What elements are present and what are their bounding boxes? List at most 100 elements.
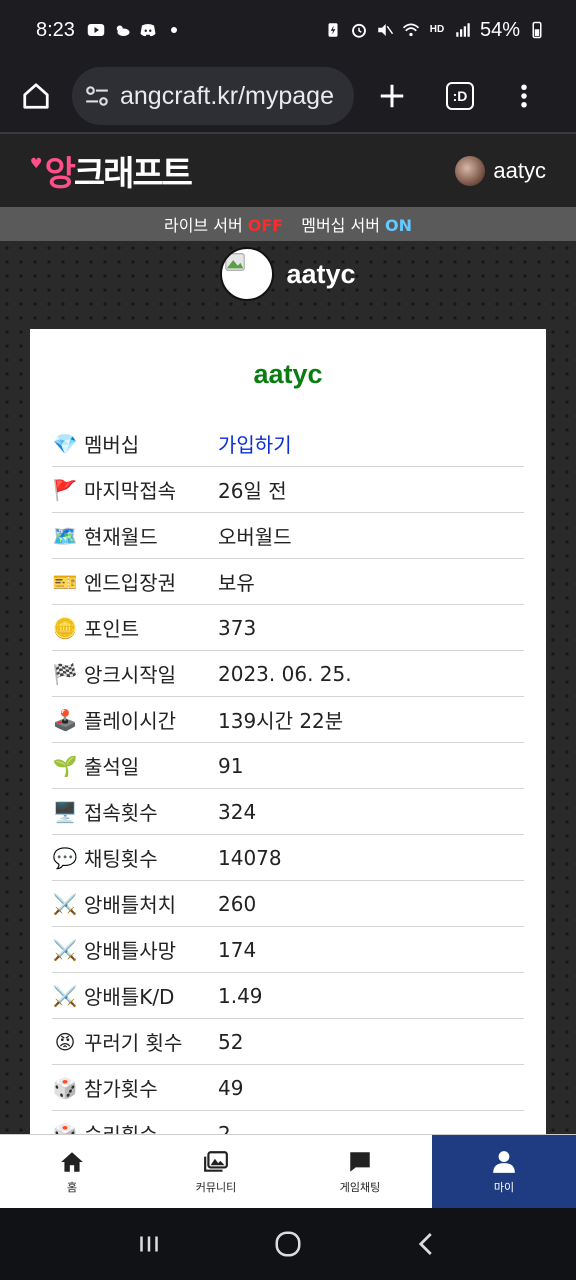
site-header: ♥ 앙크래프트 aatyc xyxy=(0,132,576,207)
stat-label: 출석일 xyxy=(84,755,140,779)
stat-emoji-icon: 🏁 xyxy=(52,661,78,686)
status-time: 8:23 xyxy=(36,18,75,41)
stat-label: 앙크시작일 xyxy=(84,663,176,687)
stat-label: 참가횟수 xyxy=(84,1077,158,1101)
stat-row: 🖥️ 접속횟수 324 xyxy=(52,789,524,835)
stat-emoji-icon: 🗺️ xyxy=(52,523,78,548)
stat-label: 엔드입장권 xyxy=(84,571,176,595)
nav-community[interactable]: 커뮤니티 xyxy=(144,1135,288,1208)
stat-value: 139시간 22분 xyxy=(218,709,344,733)
plus-icon xyxy=(380,84,404,108)
stat-label: 포인트 xyxy=(84,617,140,641)
stat-value: 14078 xyxy=(218,845,282,870)
nav-home[interactable]: 홈 xyxy=(0,1135,144,1208)
stat-value: 보유 xyxy=(218,571,255,595)
nav-game-chat-label: 게임채팅 xyxy=(339,1180,381,1194)
browser-menu-button[interactable] xyxy=(502,74,546,118)
stat-row: ⚔️ 앙배틀사망 174 xyxy=(52,927,524,973)
stat-emoji-icon: ⚔️ xyxy=(52,983,78,1008)
header-username: aatyc xyxy=(493,157,546,183)
stat-emoji-icon: 🎲 xyxy=(52,1121,78,1135)
stat-row: ⚔️ 앙배틀처치 260 xyxy=(52,881,524,927)
chat-icon xyxy=(350,1151,370,1172)
stat-value: 49 xyxy=(218,1075,244,1100)
dot-icon xyxy=(165,21,183,39)
url-text: angcraft.kr/mypage xyxy=(120,81,334,110)
stat-value: 1.49 xyxy=(218,983,263,1008)
nav-home-label: 홈 xyxy=(66,1180,78,1194)
new-tab-button[interactable] xyxy=(370,74,414,118)
membership-join-link[interactable]: 가입하기 xyxy=(218,429,524,458)
stat-row: 🕹️ 플레이시간 139시간 22분 xyxy=(52,697,524,743)
profile-header: aatyc xyxy=(0,245,576,303)
stat-emoji-icon: 🎲 xyxy=(52,1075,78,1100)
wifi-icon xyxy=(402,21,420,39)
stat-value: 91 xyxy=(218,753,244,778)
stat-value: 2023. 06. 25. xyxy=(218,661,352,686)
stat-label: 앙배틀사망 xyxy=(84,939,176,963)
stat-emoji-icon: 💎 xyxy=(52,431,78,456)
home-button[interactable] xyxy=(14,74,58,118)
stat-emoji-icon: 🚩 xyxy=(52,477,78,502)
home-circle-icon[interactable] xyxy=(273,1229,303,1259)
logo-text-pink: 앙 xyxy=(44,154,76,194)
battery-saver-icon xyxy=(324,21,342,39)
home-icon xyxy=(61,1151,83,1172)
alarm-icon xyxy=(350,21,368,39)
stats-list: 💎 멤버십 가입하기 🚩 마지막접속 26일 전 🗺️ 현재월드 오버월드 🎫 엔드입장권 보유 🪙 포인… xyxy=(30,421,546,1134)
home-outline-icon xyxy=(23,83,49,109)
stat-row: 🪙 포인트 373 xyxy=(52,605,524,651)
stat-value: 오버월드 xyxy=(218,525,292,549)
images-icon xyxy=(204,1150,228,1172)
nav-game-chat[interactable]: 게임채팅 xyxy=(288,1135,432,1208)
stat-row[interactable]: 💎 멤버십 가입하기 xyxy=(52,421,524,467)
back-icon[interactable] xyxy=(412,1229,442,1259)
tabs-button[interactable]: :D xyxy=(438,74,482,118)
stat-emoji-icon: ⚔️ xyxy=(52,891,78,916)
battery-percent: 54% xyxy=(479,18,520,41)
hd-voice-icon: HD xyxy=(429,24,445,35)
logo-text-white: 크래프트 xyxy=(73,154,193,194)
profile-card: aatyc 💎 멤버십 가입하기 🚩 마지막접속 26일 전 🗺️ 현재월드 오버월드 🎫 엔드입장… xyxy=(30,329,546,1134)
stat-label: 플레이시간 xyxy=(84,709,176,733)
system-navigation-bar xyxy=(0,1208,576,1280)
mute-icon xyxy=(376,21,394,39)
site-settings-icon[interactable] xyxy=(84,83,110,109)
nav-my[interactable]: 마이 xyxy=(432,1135,576,1208)
address-bar[interactable]: angcraft.kr/mypage xyxy=(72,67,354,125)
browser-toolbar: angcraft.kr/mypage :D xyxy=(0,60,576,132)
stat-row: 🎫 엔드입장권 보유 xyxy=(52,559,524,605)
membership-server-status: 멤버십 서버 ON xyxy=(301,216,413,235)
stat-row: 🎲 참가횟수 49 xyxy=(52,1065,524,1111)
recent-apps-icon[interactable] xyxy=(134,1229,164,1259)
main-content: aatyc aatyc 💎 멤버십 가입하기 🚩 마지막접속 26일 전 🗺️ 현재월드 오버월… xyxy=(0,241,576,1134)
stat-row: ⚔️ 앙배틀K/D 1.49 xyxy=(52,973,524,1019)
profile-image xyxy=(220,247,275,301)
stat-value: 2 xyxy=(218,1121,231,1135)
stat-emoji-icon: 🪙 xyxy=(52,615,78,640)
site-logo[interactable]: ♥ 앙크래프트 xyxy=(30,146,193,195)
stat-label: 접속횟수 xyxy=(84,801,158,825)
live-server-status: 라이브 서버 OFF xyxy=(163,216,284,235)
stat-emoji-icon: 🕹️ xyxy=(52,707,78,732)
stat-emoji-icon: 😡 xyxy=(54,1029,76,1054)
stat-label: 멤버십 xyxy=(84,433,140,457)
bottom-navigation: 홈 커뮤니티 게임채팅 마이 xyxy=(0,1134,576,1208)
broken-image-icon xyxy=(225,253,246,271)
stat-emoji-icon: 💬 xyxy=(52,845,78,870)
signal-icon xyxy=(454,21,472,39)
stat-row: 🌱 출석일 91 xyxy=(52,743,524,789)
discord-icon xyxy=(139,21,157,39)
stat-emoji-icon: 🌱 xyxy=(52,753,78,778)
stat-label: 마지막접속 xyxy=(84,479,176,503)
stat-label: 꾸러기 횟수 xyxy=(84,1031,183,1055)
battery-icon xyxy=(528,21,546,39)
stat-row: 🚩 마지막접속 26일 전 xyxy=(52,467,524,513)
stat-label: 앙배틀처치 xyxy=(84,893,176,917)
heart-icon: ♥ xyxy=(30,155,43,172)
more-vertical-icon xyxy=(521,84,527,108)
live-server-state: OFF xyxy=(247,216,284,235)
stat-value: 260 xyxy=(218,891,257,916)
user-menu[interactable]: aatyc xyxy=(455,155,546,186)
stat-emoji-icon: ⚔️ xyxy=(52,937,78,962)
